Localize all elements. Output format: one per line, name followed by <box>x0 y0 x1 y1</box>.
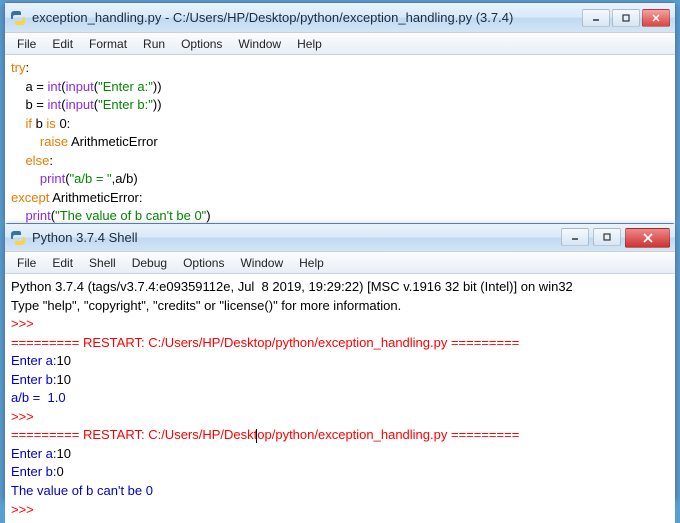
minimize-button[interactable] <box>582 9 610 27</box>
maximize-button[interactable] <box>612 9 640 27</box>
editor-title: exception_handling.py - C:/Users/HP/Desk… <box>32 10 582 25</box>
menu-window[interactable]: Window <box>232 254 291 272</box>
maximize-button[interactable] <box>593 228 621 246</box>
prompt: >>> <box>11 316 37 331</box>
output-result: a/b = 1.0 <box>11 390 66 405</box>
menu-help[interactable]: Help <box>291 254 332 272</box>
input-value: 10 <box>57 372 71 387</box>
editor-titlebar[interactable]: exception_handling.py - C:/Users/HP/Desk… <box>5 3 675 33</box>
input-value: 10 <box>57 446 71 461</box>
shell-help-line: Type "help", "copyright", "credits" or "… <box>11 298 401 313</box>
editor-menubar: File Edit Format Run Options Window Help <box>5 33 675 55</box>
menu-file[interactable]: File <box>9 35 44 53</box>
minimize-button[interactable] <box>561 228 589 246</box>
editor-window: exception_handling.py - C:/Users/HP/Desk… <box>4 2 676 220</box>
input-prompt-b: Enter b: <box>11 464 57 479</box>
shell-menubar: File Edit Shell Debug Options Window Hel… <box>5 252 675 274</box>
prompt: >>> <box>11 409 37 424</box>
input-prompt-a: Enter a: <box>11 353 57 368</box>
close-button[interactable] <box>642 9 670 27</box>
menu-help[interactable]: Help <box>289 35 330 53</box>
menu-format[interactable]: Format <box>81 35 135 53</box>
editor-code[interactable]: try: a = int(input("Enter a:")) b = int(… <box>5 55 675 230</box>
window-controls <box>582 9 670 27</box>
input-prompt-a: Enter a: <box>11 446 57 461</box>
shell-window: Python 3.7.4 Shell File Edit Shell Debug… <box>4 223 676 499</box>
menu-run[interactable]: Run <box>135 35 173 53</box>
menu-debug[interactable]: Debug <box>124 254 175 272</box>
menu-options[interactable]: Options <box>175 254 232 272</box>
prompt: >>> <box>11 502 37 517</box>
menu-window[interactable]: Window <box>230 35 289 53</box>
close-button[interactable] <box>625 228 670 248</box>
menu-edit[interactable]: Edit <box>44 35 81 53</box>
menu-file[interactable]: File <box>9 254 44 272</box>
menu-edit[interactable]: Edit <box>44 254 81 272</box>
input-value: 10 <box>57 353 71 368</box>
shell-title: Python 3.7.4 Shell <box>32 230 561 245</box>
menu-options[interactable]: Options <box>173 35 230 53</box>
output-result: The value of b can't be 0 <box>11 483 153 498</box>
python-icon <box>10 10 26 26</box>
shell-titlebar[interactable]: Python 3.7.4 Shell <box>5 224 675 252</box>
python-icon <box>10 230 26 246</box>
input-value: 0 <box>57 464 64 479</box>
restart-line: ========= RESTART: C:/Users/HP/Desktop/p… <box>11 335 519 350</box>
shell-output[interactable]: Python 3.7.4 (tags/v3.7.4:e09359112e, Ju… <box>5 274 675 523</box>
restart-line: ========= RESTART: C:/Users/HP/Deskt <box>11 427 257 442</box>
shell-banner: Python 3.7.4 (tags/v3.7.4:e09359112e, Ju… <box>11 279 573 294</box>
input-prompt-b: Enter b: <box>11 372 57 387</box>
window-controls <box>561 228 670 248</box>
menu-shell[interactable]: Shell <box>81 254 124 272</box>
